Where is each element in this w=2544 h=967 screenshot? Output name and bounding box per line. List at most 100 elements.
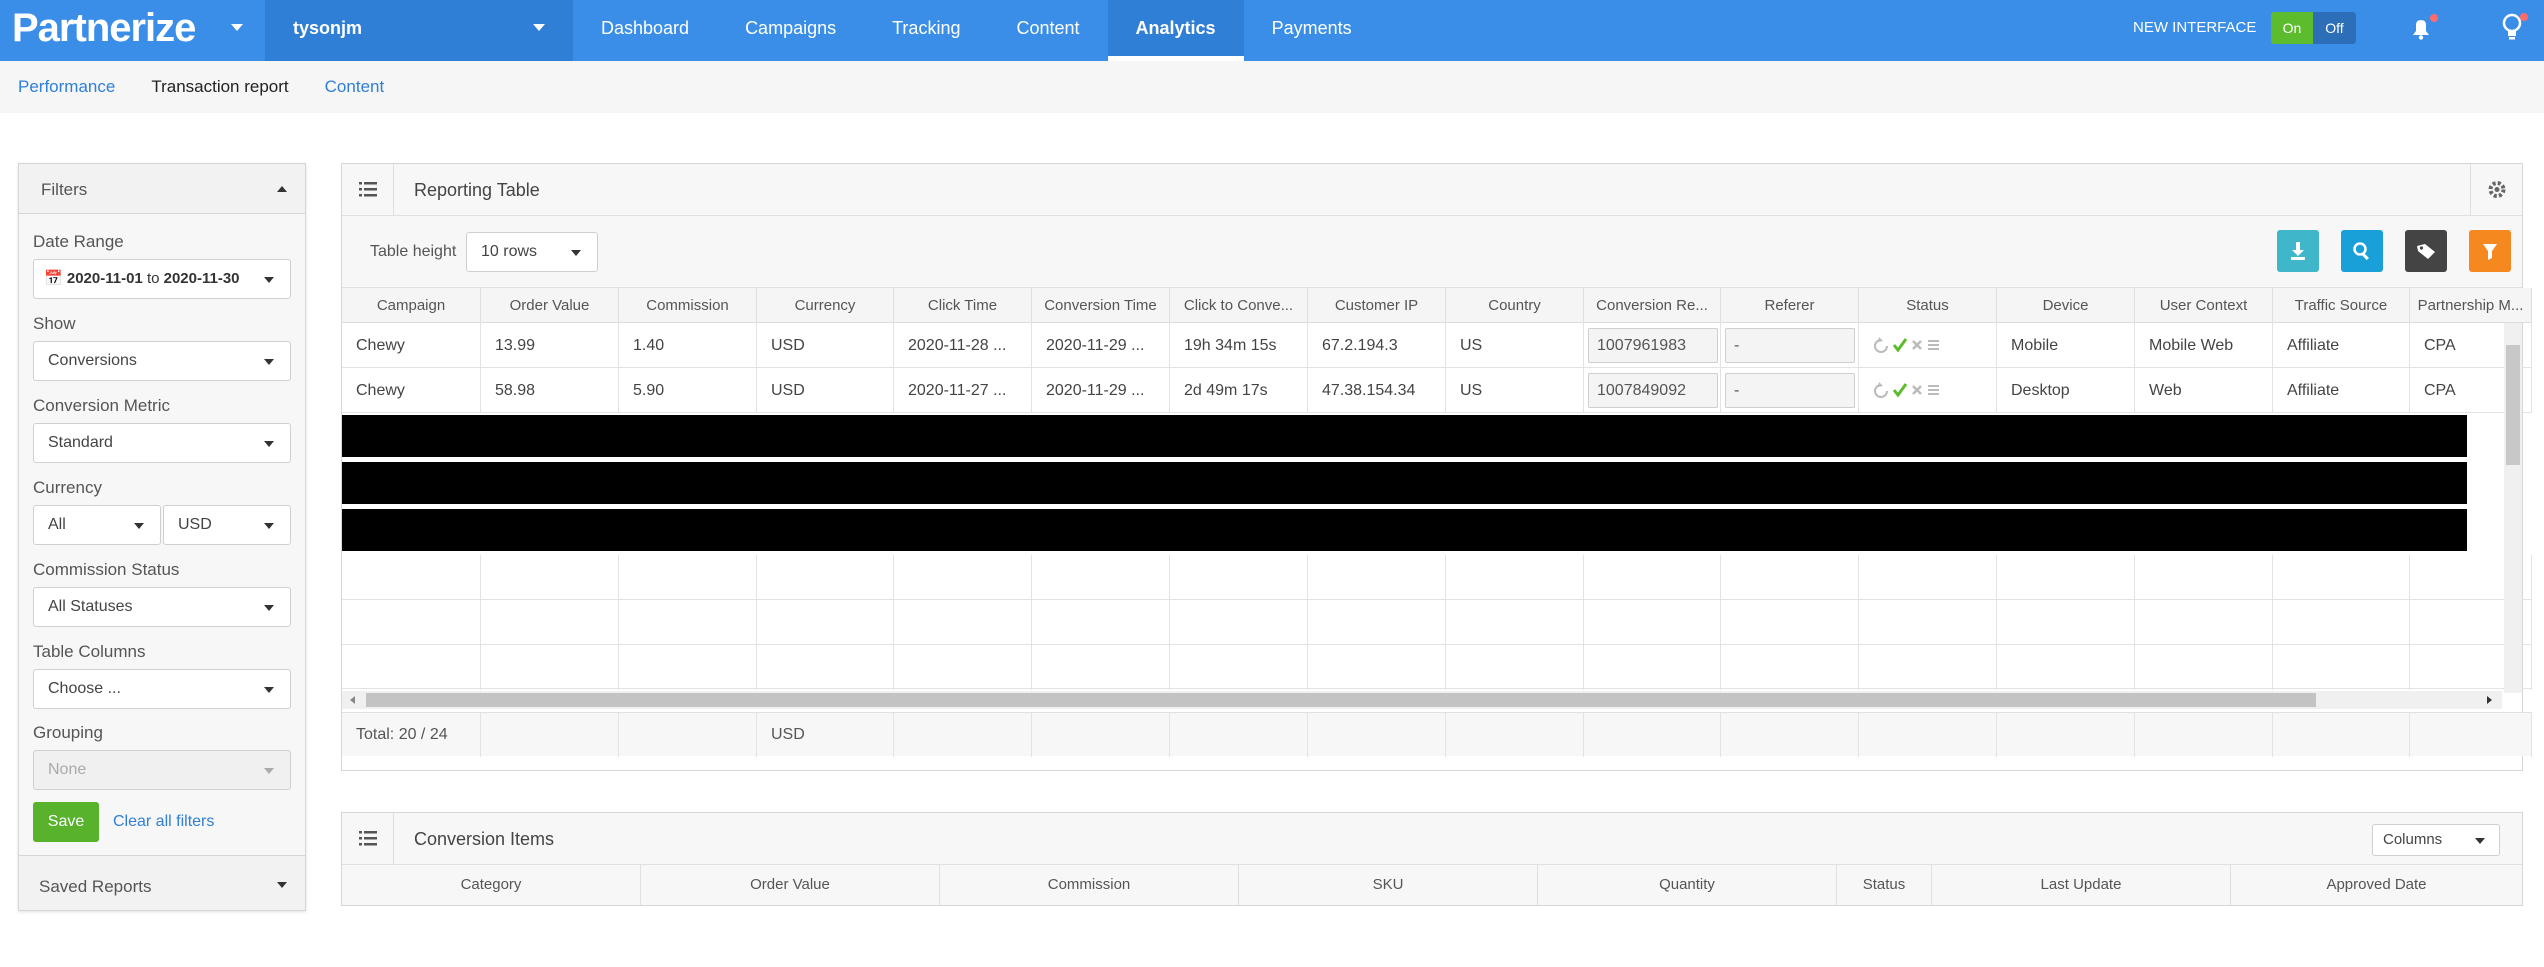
- currency-select[interactable]: USD: [163, 505, 291, 545]
- menu-icon[interactable]: [1928, 340, 1939, 350]
- col-header-customer-ip[interactable]: Customer IP: [1308, 288, 1446, 323]
- col-header-country[interactable]: Country: [1446, 288, 1584, 323]
- col-header-approved-date[interactable]: Approved Date: [2231, 865, 2522, 905]
- chevron-down-icon: [264, 768, 274, 774]
- show-select[interactable]: Conversions: [33, 341, 291, 381]
- commission-status-select[interactable]: All Statuses: [33, 587, 291, 627]
- chevron-up-icon[interactable]: [277, 186, 287, 192]
- chevron-down-icon: [134, 523, 144, 529]
- col-header-user-context[interactable]: User Context: [2135, 288, 2273, 323]
- reporting-table-title: Reporting Table: [414, 180, 540, 200]
- filters-title: Filters: [41, 180, 88, 199]
- col-header-quantity[interactable]: Quantity: [1538, 865, 1837, 905]
- col-header-conversion-ref[interactable]: Conversion Re...: [1584, 288, 1721, 323]
- col-header-status[interactable]: Status: [1837, 865, 1932, 905]
- export-button[interactable]: [2277, 230, 2319, 272]
- account-switcher[interactable]: tysonjm: [265, 0, 573, 61]
- total-currency: USD: [757, 713, 894, 757]
- list-icon[interactable]: [342, 813, 394, 864]
- col-header-order-value[interactable]: Order Value: [641, 865, 940, 905]
- date-range-picker[interactable]: 📅 2020-11-01 to 2020-11-30: [33, 259, 291, 299]
- cell-referer: [1721, 323, 1859, 368]
- toggle-off[interactable]: Off: [2313, 12, 2356, 44]
- referer-input[interactable]: [1725, 373, 1855, 408]
- conversion-ref-input[interactable]: [1588, 328, 1718, 363]
- conversion-metric-value: Standard: [48, 434, 113, 451]
- list-icon[interactable]: [342, 164, 394, 215]
- menu-icon[interactable]: [1928, 385, 1939, 395]
- toggle-on[interactable]: On: [2271, 12, 2313, 44]
- col-header-sku[interactable]: SKU: [1239, 865, 1538, 905]
- new-interface-toggle[interactable]: On Off: [2271, 12, 2356, 44]
- scroll-right-icon[interactable]: [2482, 691, 2496, 709]
- col-header-partnership-model[interactable]: Partnership M...: [2410, 288, 2532, 323]
- col-header-last-update[interactable]: Last Update: [1932, 865, 2231, 905]
- currency-scope-select[interactable]: All: [33, 505, 161, 545]
- check-icon[interactable]: [1892, 338, 1908, 353]
- referer-input[interactable]: [1725, 328, 1855, 363]
- nav-item-payments[interactable]: Payments: [1244, 0, 1380, 61]
- partnerize-logo[interactable]: Partnerize: [12, 6, 196, 51]
- filter-button[interactable]: [2469, 230, 2511, 272]
- col-header-currency[interactable]: Currency: [757, 288, 894, 323]
- horizontal-scrollbar[interactable]: [342, 691, 2502, 709]
- search-button[interactable]: [2341, 230, 2383, 272]
- cross-icon[interactable]: [1912, 385, 1922, 395]
- chevron-down-icon: [264, 605, 274, 611]
- col-header-conversion-time[interactable]: Conversion Time: [1032, 288, 1170, 323]
- vertical-scrollbar[interactable]: [2504, 323, 2522, 693]
- currency-label: Currency: [33, 478, 102, 497]
- date-from: 2020-11-01: [66, 270, 143, 287]
- grid-footer: Total: 20 / 24 USD: [342, 712, 2532, 757]
- bell-icon[interactable]: [2404, 12, 2438, 46]
- cell-customer-ip: 67.2.194.3: [1308, 323, 1446, 368]
- nav-item-dashboard[interactable]: Dashboard: [573, 0, 717, 61]
- date-to-word: to: [146, 270, 160, 287]
- table-row[interactable]: Chewy 13.99 1.40 USD 2020-11-28 ... 2020…: [342, 323, 2532, 368]
- col-header-commission[interactable]: Commission: [940, 865, 1239, 905]
- col-header-commission[interactable]: Commission: [619, 288, 757, 323]
- nav-item-content[interactable]: Content: [988, 0, 1107, 61]
- chevron-down-icon: [2475, 838, 2485, 844]
- clear-all-filters-link[interactable]: Clear all filters: [113, 813, 214, 831]
- col-header-order-value[interactable]: Order Value: [481, 288, 619, 323]
- lightbulb-icon[interactable]: [2495, 10, 2529, 46]
- table-height-label: Table height: [370, 243, 457, 260]
- table-height-select[interactable]: 10 rows: [466, 232, 598, 272]
- subnav-performance[interactable]: Performance: [0, 61, 133, 113]
- subnav-content[interactable]: Content: [307, 61, 403, 113]
- table-row[interactable]: Chewy 58.98 5.90 USD 2020-11-27 ... 2020…: [342, 368, 2532, 413]
- conversion-metric-select[interactable]: Standard: [33, 423, 291, 463]
- cell-campaign: Chewy: [342, 368, 481, 413]
- table-columns-select[interactable]: Choose ...: [33, 669, 291, 709]
- col-header-click-to-conversion[interactable]: Click to Conve...: [1170, 288, 1308, 323]
- logo-menu-caret-icon[interactable]: [231, 24, 243, 31]
- columns-select[interactable]: Columns: [2372, 824, 2500, 856]
- cell-conversion-ref: [1584, 323, 1721, 368]
- grouping-label: Grouping: [33, 723, 103, 742]
- conversion-ref-input[interactable]: [1588, 373, 1718, 408]
- subnav-transaction-report[interactable]: Transaction report: [133, 61, 306, 113]
- nav-item-tracking[interactable]: Tracking: [864, 0, 988, 61]
- col-header-device[interactable]: Device: [1997, 288, 2135, 323]
- col-header-click-time[interactable]: Click Time: [894, 288, 1032, 323]
- check-icon[interactable]: [1892, 383, 1908, 398]
- gear-icon[interactable]: [2470, 164, 2522, 215]
- tag-button[interactable]: [2405, 230, 2447, 272]
- nav-item-campaigns[interactable]: Campaigns: [717, 0, 864, 61]
- saved-reports-header[interactable]: Saved Reports: [19, 855, 305, 910]
- save-button[interactable]: Save: [33, 802, 99, 842]
- col-header-referer[interactable]: Referer: [1721, 288, 1859, 323]
- cross-icon[interactable]: [1912, 340, 1922, 350]
- col-header-traffic-source[interactable]: Traffic Source: [2273, 288, 2410, 323]
- nav-item-analytics[interactable]: Analytics: [1107, 0, 1244, 61]
- col-header-status[interactable]: Status: [1859, 288, 1997, 323]
- saved-reports-title: Saved Reports: [39, 877, 152, 896]
- chevron-down-icon[interactable]: [277, 882, 287, 888]
- col-header-campaign[interactable]: Campaign: [342, 288, 481, 323]
- col-header-category[interactable]: Category: [342, 865, 641, 905]
- filters-header[interactable]: Filters: [19, 164, 305, 214]
- refresh-icon[interactable]: [1874, 337, 1888, 353]
- scroll-left-icon[interactable]: [346, 691, 360, 709]
- refresh-icon[interactable]: [1874, 382, 1888, 398]
